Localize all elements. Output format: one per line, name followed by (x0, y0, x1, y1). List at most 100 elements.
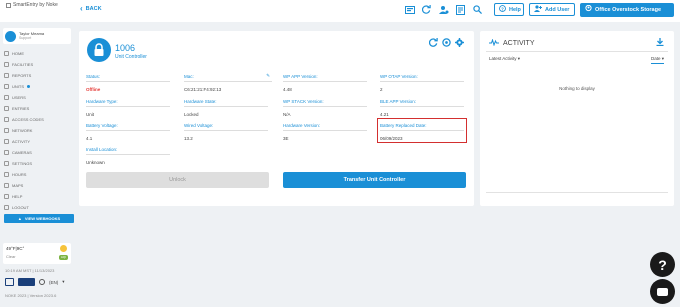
refresh-icon[interactable] (429, 38, 438, 47)
partner-logo-icon (18, 278, 35, 286)
logo-image-icon (6, 2, 11, 8)
divider (486, 192, 668, 193)
back-link[interactable]: ‹ BACK (80, 4, 102, 13)
sidebar-item-logout[interactable]: LOGOUT (4, 202, 74, 213)
users-icon (4, 95, 9, 100)
add-user-icon (534, 5, 542, 14)
sidebar-item-hours[interactable]: HOURS (4, 169, 74, 180)
map-icon (4, 183, 9, 188)
add-user-label: Add User (545, 6, 570, 13)
key-icon (4, 117, 9, 122)
sidebar-item-access-codes[interactable]: ACCESS CODES (4, 114, 74, 125)
notes-icon[interactable] (455, 4, 466, 15)
refresh-icon[interactable] (421, 4, 432, 15)
question-icon: ? (658, 256, 667, 273)
gear-icon (4, 161, 9, 166)
activity-header: ACTIVITY (489, 38, 535, 48)
chevron-down-icon: ▾ (517, 56, 521, 61)
activity-filter-dropdown[interactable]: Latest Activity ▾ (489, 56, 520, 62)
sidebar-item-activity[interactable]: ACTIVITY (4, 136, 74, 147)
wp-app-version-field: WP APP Version: 4.48 (283, 74, 367, 92)
view-webhooks-button[interactable]: ▲ VIEW WEBHOOKS (4, 214, 74, 223)
svg-text:?: ? (501, 6, 504, 11)
sync-icon[interactable] (442, 38, 451, 47)
help-fab-button[interactable]: ? (650, 252, 675, 277)
help-button[interactable]: ? Help (494, 3, 524, 16)
aqi-badge: AQI (59, 255, 68, 260)
monitor-icon[interactable] (404, 4, 415, 15)
sidebar-item-maps[interactable]: MAPS (4, 180, 74, 191)
sidebar-item-home[interactable]: HOME (4, 48, 74, 59)
globe-icon[interactable] (39, 279, 45, 285)
back-label: BACK (85, 6, 102, 12)
field-value: Unit (86, 112, 95, 117)
field-label: WP OTAP Version: (380, 74, 464, 82)
field-value: 2 (380, 87, 383, 92)
clock-icon (4, 172, 9, 177)
activity-title: ACTIVITY (503, 40, 535, 47)
field-label: Hardware State: (184, 99, 268, 107)
active-dot (27, 85, 30, 88)
chat-fab-button[interactable] (650, 279, 675, 304)
field-value: 4.1 (86, 136, 93, 141)
highlight-box (377, 118, 467, 143)
chevron-down-icon[interactable]: ▾ (62, 279, 64, 285)
sidebar-item-facilities[interactable]: FACILITIES (4, 59, 74, 70)
field-label: WP STACK Version: (283, 99, 367, 107)
field-label: Wired Voltage: (184, 123, 268, 131)
language-row: (EN) ▾ (5, 278, 65, 286)
wp-stack-version-field: WP STACK Version: N/A (283, 99, 367, 117)
activity-empty-message: Nothing to display (559, 86, 595, 91)
pulse-icon (489, 38, 499, 48)
sidebar-item-label: UNITS (12, 84, 24, 89)
activity-sort-value: Date (650, 56, 661, 61)
unlock-button[interactable]: Unlock (86, 172, 269, 188)
transfer-unit-controller-button[interactable]: Transfer Unit Controller (283, 172, 466, 188)
field-label: Hardware Version: (283, 123, 367, 131)
user-card[interactable]: Taylor Meama Support (3, 28, 71, 44)
entry-icon (4, 106, 9, 111)
sidebar-item-cameras[interactable]: CAMERAS (4, 147, 74, 158)
sun-icon (60, 245, 67, 252)
hardware-version-field: Hardware Version: 3E (283, 123, 367, 141)
sidebar-item-entries[interactable]: ENTRIES (4, 103, 74, 114)
network-icon (4, 128, 9, 133)
facility-selector-button[interactable]: Office Overstock Storage (580, 3, 674, 17)
chart-icon (4, 73, 9, 78)
sidebar-item-units[interactable]: UNITS (4, 81, 74, 92)
field-value: 4.21 (380, 112, 389, 117)
user-sync-icon[interactable] (438, 4, 449, 15)
gear-icon[interactable] (455, 38, 464, 47)
field-value: Locked (184, 112, 199, 117)
activity-sort-dropdown[interactable]: Date ▾ (650, 56, 664, 64)
sidebar-item-network[interactable]: NETWORK (4, 125, 74, 136)
sidebar-item-label: REPORTS (12, 73, 32, 78)
edit-icon[interactable]: ✎ (266, 73, 270, 79)
top-bar: SmartEntry by Noke ‹ BACK ? Help Add Use… (0, 0, 680, 22)
search-icon[interactable] (472, 4, 483, 15)
app-logo[interactable]: SmartEntry by Noke (6, 1, 58, 9)
add-user-button[interactable]: Add User (529, 3, 575, 16)
activity-card: ACTIVITY Latest Activity ▾ Date ▾ Nothin… (480, 31, 674, 206)
language-selector[interactable]: (EN) (49, 280, 58, 285)
user-info: Taylor Meama Support (19, 31, 44, 41)
sidebar-item-label: LOGOUT (12, 205, 29, 210)
sidebar-item-label: FACILITIES (12, 62, 34, 67)
battery-voltage-field: Battery Voltage: 4.1 (86, 123, 170, 141)
field-label: BLE APP Version: (380, 99, 464, 107)
sidebar-item-reports[interactable]: REPORTS (4, 70, 74, 81)
activity-icon (4, 139, 9, 144)
sidebar-nav: HOME FACILITIES REPORTS UNITS USERS ENTR… (4, 48, 74, 213)
sidebar-item-users[interactable]: USERS (4, 92, 74, 103)
wired-voltage-field: Wired Voltage: 13.2 (184, 123, 268, 141)
download-icon[interactable] (656, 38, 664, 48)
field-value: 13.2 (184, 136, 193, 141)
sidebar-item-label: ACCESS CODES (12, 117, 44, 122)
mac-field: Mac: ✎ C6:21:21:F4:92:13 (184, 73, 272, 92)
sidebar-item-help[interactable]: HELP (4, 191, 74, 202)
chevron-left-icon: ‹ (80, 4, 83, 13)
sidebar-item-label: CAMERAS (12, 150, 32, 155)
sidebar-item-settings[interactable]: SETTINGS (4, 158, 74, 169)
avatar (5, 30, 16, 42)
chevron-down-icon: ▾ (661, 56, 664, 61)
